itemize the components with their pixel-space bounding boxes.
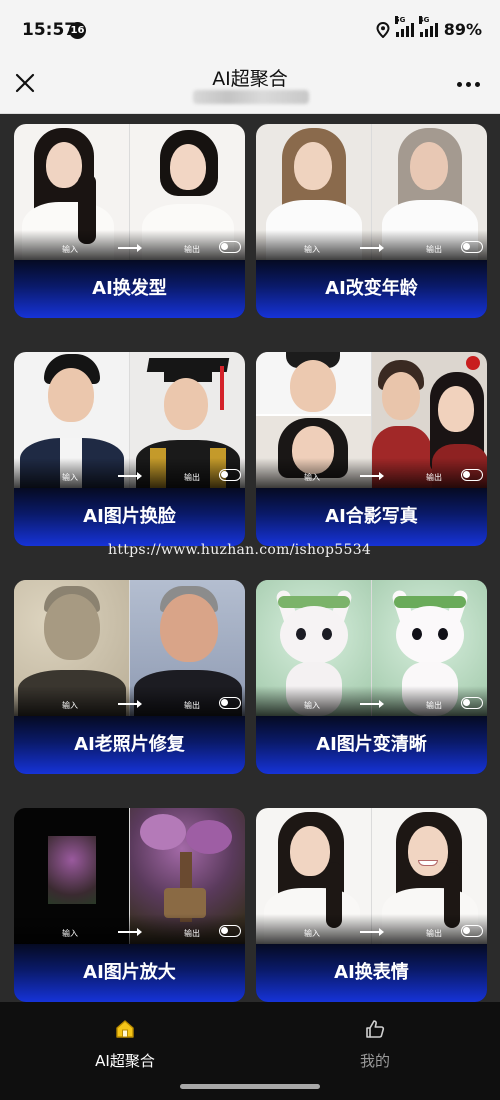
compare-toggle[interactable] — [461, 241, 483, 253]
card-preview: 输入 输出 — [256, 124, 487, 260]
home-indicator — [180, 1084, 320, 1089]
compare-toggle[interactable] — [461, 469, 483, 481]
input-label: 输入 — [304, 473, 320, 482]
input-label: 输入 — [62, 929, 78, 938]
more-dot-icon — [457, 82, 462, 87]
signal-4g-icon: 4G — [418, 15, 438, 37]
feature-card-face-swap[interactable]: 输入 输出 AI图片换脸 — [14, 352, 245, 546]
card-title: AI图片放大 — [14, 944, 245, 1002]
card-title: AI老照片修复 — [14, 716, 245, 774]
nav-label-mine: 我的 — [359, 1052, 390, 1070]
status-bar: 15:57 16 5G 4G 89% — [0, 0, 500, 52]
output-label: 输出 — [184, 701, 200, 710]
signal-5g-icon: 5G — [394, 15, 414, 37]
output-label: 输出 — [426, 473, 442, 482]
card-title: AI合影写真 — [256, 488, 487, 546]
input-label: 输入 — [304, 245, 320, 254]
feature-card-group-photo[interactable]: 输入 输出 AI合影写真 — [256, 352, 487, 546]
feature-card-upscale[interactable]: 输入 输出 AI图片放大 — [14, 808, 245, 1002]
home-icon — [116, 1020, 134, 1038]
thumbs-up-icon — [366, 1020, 385, 1038]
feature-card-old-photo[interactable]: 输入 输出 AI老照片修复 — [14, 580, 245, 774]
card-title: AI图片变清晰 — [256, 716, 487, 774]
compare-toggle[interactable] — [461, 697, 483, 709]
arrow-right-icon — [118, 472, 142, 480]
arrow-right-icon — [360, 700, 384, 708]
card-title: AI改变年龄 — [256, 260, 487, 318]
location-icon — [376, 21, 390, 38]
input-label: 输入 — [62, 701, 78, 710]
nav-item-mine[interactable]: 我的 — [305, 1018, 445, 1071]
arrow-right-icon — [118, 928, 142, 936]
title-bar: AI超聚合 — [0, 52, 500, 114]
feature-card-image-enhance[interactable]: 输入 输出 AI图片变清晰 — [256, 580, 487, 774]
input-label: 输入 — [62, 473, 78, 482]
feature-card-hairstyle[interactable]: 输入 输出 AI换发型 — [14, 124, 245, 318]
page-title: AI超聚合 — [212, 68, 288, 90]
output-label: 输出 — [184, 245, 200, 254]
card-preview: 输入 输出 — [14, 580, 245, 716]
feature-card-age[interactable]: 输入 输出 AI改变年龄 — [256, 124, 487, 318]
card-preview: 输入 输出 — [256, 352, 487, 488]
feature-grid: 输入 输出 AI换发型 输入 输出 AI改变年龄 输入 输出 AI图片换脸 输入… — [0, 114, 500, 1002]
output-label: 输出 — [426, 929, 442, 938]
card-title: AI换表情 — [256, 944, 487, 1002]
output-label: 输出 — [184, 473, 200, 482]
card-preview: 输入 输出 — [256, 580, 487, 716]
arrow-right-icon — [118, 244, 142, 252]
compare-toggle[interactable] — [219, 925, 241, 937]
card-preview: 输入 输出 — [14, 352, 245, 488]
more-dot-icon — [475, 82, 480, 87]
arrow-right-icon — [118, 700, 142, 708]
status-icons: 5G 4G 89% — [376, 15, 482, 39]
card-title: AI换发型 — [14, 260, 245, 318]
compare-toggle[interactable] — [219, 469, 241, 481]
more-options-button[interactable] — [457, 82, 480, 87]
watermark-text: https://www.huzhan.com/ishop5534 — [108, 542, 372, 558]
status-time: 15:57 — [22, 20, 77, 40]
compare-toggle[interactable] — [219, 241, 241, 253]
compare-toggle[interactable] — [219, 697, 241, 709]
feature-card-expression[interactable]: 输入 输出 AI换表情 — [256, 808, 487, 1002]
arrow-right-icon — [360, 244, 384, 252]
input-label: 输入 — [62, 245, 78, 254]
output-label: 输出 — [184, 929, 200, 938]
compare-toggle[interactable] — [461, 925, 483, 937]
card-preview: 输入 输出 — [256, 808, 487, 944]
input-label: 输入 — [304, 701, 320, 710]
output-label: 输出 — [426, 701, 442, 710]
card-title: AI图片换脸 — [14, 488, 245, 546]
input-label: 输入 — [304, 929, 320, 938]
nav-item-home[interactable]: AI超聚合 — [55, 1018, 195, 1071]
card-preview: 输入 输出 — [14, 124, 245, 260]
blurred-url — [193, 90, 309, 104]
arrow-right-icon — [360, 928, 384, 936]
output-label: 输出 — [426, 245, 442, 254]
nav-label-home: AI超聚合 — [95, 1052, 155, 1070]
arrow-right-icon — [360, 472, 384, 480]
notification-badge: 16 — [69, 22, 86, 39]
card-preview: 输入 输出 — [14, 808, 245, 944]
battery-level: 89% — [443, 20, 482, 39]
more-dot-icon — [466, 82, 471, 87]
